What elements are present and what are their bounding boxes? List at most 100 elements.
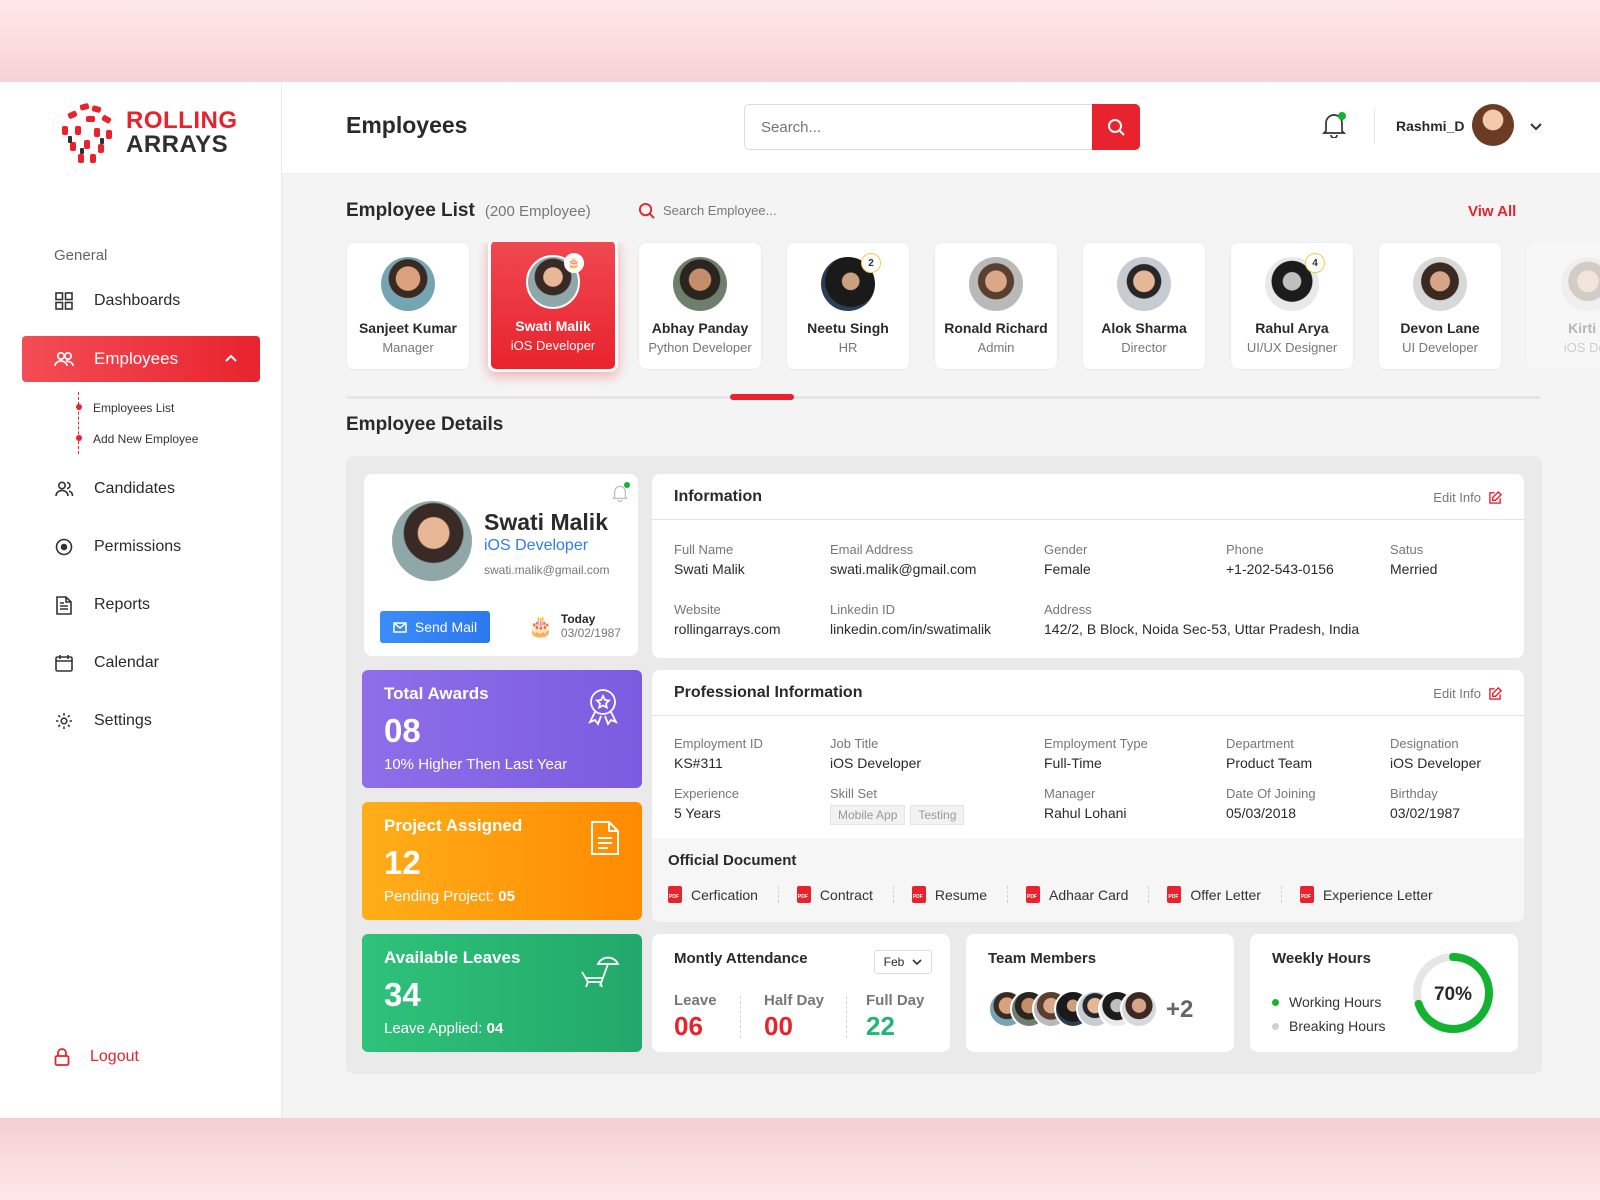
edit-info-button[interactable]: Edit Info [1433, 490, 1502, 505]
pdf-icon [911, 886, 926, 903]
employee-role: Director [1121, 340, 1167, 355]
user-avatar[interactable] [1472, 104, 1514, 146]
gear-icon [54, 711, 74, 731]
donut-percent-label: 70% [1434, 984, 1472, 1005]
document-link[interactable]: Contract [796, 886, 894, 903]
birthday-today: 🎂 Today 03/02/1987 [528, 612, 621, 640]
total-awards-card[interactable]: Total Awards 08 10% Higher Then Last Yea… [362, 670, 642, 788]
employee-card[interactable]: Devon Lane UI Developer [1378, 242, 1502, 370]
employee-name: Alok Sharma [1101, 320, 1187, 336]
employee-name: Rahul Arya [1255, 320, 1329, 336]
chevron-down-icon[interactable] [1528, 118, 1544, 139]
top-bar: Employees Rashmi_D [282, 82, 1600, 174]
logo-line-2: ARRAYS [126, 131, 229, 158]
search-button[interactable] [1092, 104, 1140, 150]
employee-name: Ronald Richard [944, 320, 1048, 336]
bell-icon[interactable] [611, 482, 630, 507]
employee-card[interactable]: Sanjeet Kumar Manager [346, 242, 470, 370]
field-full-name: Full Name Swati Malik [674, 542, 745, 577]
weekly-legend: Working Hours Breaking Hours [1272, 990, 1386, 1038]
birthday-cake-icon: 🎂 [564, 253, 584, 273]
logo[interactable]: ROLLING ARRAYS [60, 102, 238, 164]
employee-list-scrollbar[interactable] [346, 394, 1540, 400]
stat-sub: Pending Project: [384, 888, 499, 905]
team-members-card: Team Members +2 [966, 934, 1234, 1052]
employee-name: Swati Malik [515, 318, 591, 334]
avatar: 🎂 [526, 253, 584, 309]
field-skill-set: Skill Set Mobile App Testing [830, 786, 969, 825]
stat-title: Project Assigned [384, 816, 523, 835]
employee-name: Kirti J [1568, 320, 1600, 336]
subnav-add-new-employee[interactable]: Add New Employee [76, 423, 260, 454]
employee-count: (200 Employee) [484, 203, 591, 220]
chevron-up-icon[interactable] [224, 350, 238, 370]
edit-info-button[interactable]: Edit Info [1433, 686, 1502, 701]
document-link[interactable]: Resume [911, 886, 1008, 903]
page-title: Employees [346, 112, 468, 138]
sidebar-item-label: Employees [94, 349, 179, 368]
weekly-title: Weekly Hours [1272, 950, 1371, 967]
search-input[interactable] [745, 105, 1085, 149]
sidebar-item-reports[interactable]: Reports [22, 582, 260, 628]
target-icon [54, 537, 74, 557]
avatar [673, 257, 727, 311]
employee-details-title: Employee Details [346, 414, 504, 435]
scrollbar-thumb[interactable] [730, 394, 794, 400]
field-phone: Phone +1-202-543-0156 [1226, 542, 1334, 577]
team-avatars[interactable] [988, 990, 1158, 1030]
view-all-link[interactable]: Viw All [1468, 203, 1516, 220]
field-gender: Gender Female [1044, 542, 1091, 577]
employee-list-title: Employee List [346, 200, 475, 221]
field-employment-type: Employment Type Full-Time [1044, 736, 1148, 771]
avatar [1117, 257, 1171, 311]
rank-badge: 4 [1305, 253, 1325, 273]
stat-value: 12 [384, 844, 421, 881]
subnav-employees-list[interactable]: Employees List [76, 392, 260, 423]
employee-name: Neetu Singh [807, 320, 889, 336]
employee-card[interactable]: Kirti J iOS Dev [1526, 242, 1600, 370]
project-assigned-card[interactable]: Project Assigned 12 Pending Project: 05 [362, 802, 642, 920]
employee-cards: Sanjeet Kumar Manager 🎂 Swati Malik iOS … [346, 242, 1600, 392]
employee-card[interactable]: 4 Rahul Arya UI/UX Designer [1230, 242, 1354, 370]
sidebar-item-permissions[interactable]: Permissions [22, 524, 260, 570]
attendance-half-day: Half Day 00 [764, 992, 825, 1041]
logout-button[interactable]: Logout [54, 1048, 139, 1066]
available-leaves-card[interactable]: Available Leaves 34 Leave Applied: 04 [362, 934, 642, 1052]
document-icon [590, 820, 620, 861]
sidebar-item-settings[interactable]: Settings [22, 698, 260, 744]
team-title: Team Members [988, 950, 1097, 967]
sidebar-item-label: Calendar [94, 654, 159, 671]
sidebar-item-label: Permissions [94, 538, 182, 555]
nav-heading-general: General [54, 247, 108, 264]
edit-icon [1489, 491, 1502, 504]
user-name[interactable]: Rashmi_D [1396, 118, 1464, 134]
employee-card[interactable]: Alok Sharma Director [1082, 242, 1206, 370]
send-mail-label: Send Mail [414, 619, 478, 635]
document-link[interactable]: Experience Letter [1299, 886, 1453, 903]
skill-tag: Mobile App [830, 805, 906, 825]
employee-search[interactable]: Search Employee... [638, 202, 776, 219]
calendar-icon [54, 653, 74, 673]
sidebar-item-employees[interactable]: Employees [22, 336, 260, 382]
rank-badge: 2 [861, 253, 881, 273]
employee-card[interactable]: 2 Neetu Singh HR [786, 242, 910, 370]
more-members-count[interactable]: +2 [1166, 996, 1193, 1024]
professional-title: Professional Information [674, 683, 863, 701]
employee-card-selected[interactable]: 🎂 Swati Malik iOS Developer [488, 242, 618, 372]
sidebar-item-dashboards[interactable]: Dashboards [22, 278, 260, 324]
employee-search-placeholder: Search Employee... [663, 203, 777, 218]
sidebar-item-calendar[interactable]: Calendar [22, 640, 260, 686]
backdrop-top [0, 0, 1600, 82]
employee-role: Manager [382, 340, 434, 355]
document-link[interactable]: Offer Letter [1167, 886, 1282, 903]
month-select[interactable]: Feb [874, 950, 932, 974]
document-link[interactable]: Cerfication [668, 886, 779, 903]
employee-card[interactable]: Abhay Panday Python Developer [638, 242, 762, 370]
notifications-button[interactable] [1321, 112, 1347, 143]
send-mail-button[interactable]: Send Mail [380, 611, 490, 643]
attendance-full-day: Full Day 22 [866, 992, 925, 1041]
document-link[interactable]: Adhaar Card [1025, 886, 1150, 903]
employee-card[interactable]: Ronald Richard Admin [934, 242, 1058, 370]
sidebar-item-candidates[interactable]: Candidates [22, 466, 260, 512]
legend-dot [1272, 998, 1279, 1006]
